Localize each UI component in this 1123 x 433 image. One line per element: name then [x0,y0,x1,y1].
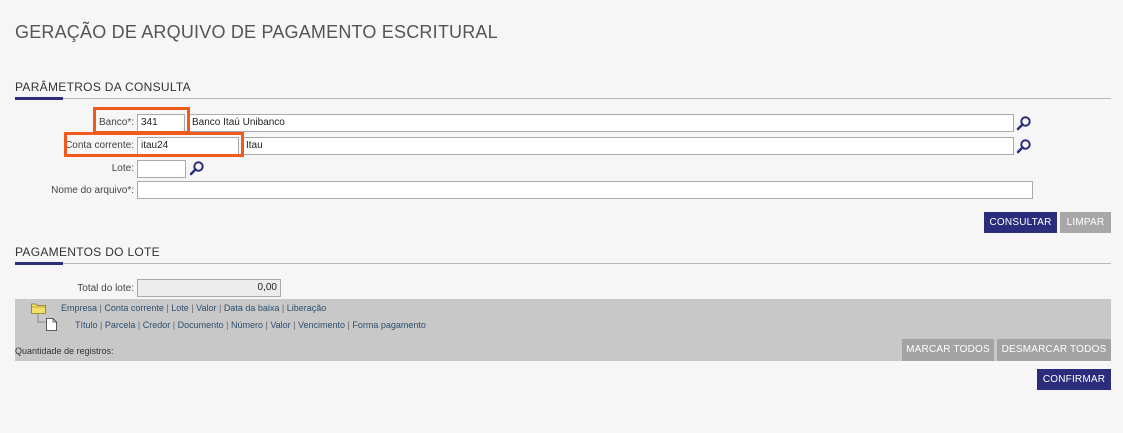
tree-child-header: Título | Parcela | Credor | Documento | … [75,320,426,330]
total-field: 0,00 [137,279,281,297]
banco-name-field[interactable]: Banco Itaú Unibanco [188,114,1014,132]
payments-section-title: PAGAMENTOS DO LOTE [15,245,160,259]
lote-label: Lote: [111,163,134,174]
limpar-button[interactable]: LIMPAR [1060,212,1111,233]
conta-name-field[interactable]: Itau [242,137,1014,155]
consultar-button[interactable]: CONSULTAR [984,212,1057,233]
tree-child-col[interactable]: Título [75,320,98,330]
folder-icon [31,303,46,314]
tree-child-col[interactable]: Vencimento [298,320,345,330]
search-icon[interactable] [1016,115,1032,131]
tree-parent-col[interactable]: Empresa [61,303,97,313]
record-count-label: Quantidade de registros: [15,346,114,356]
search-icon[interactable] [1016,138,1032,154]
tree-parent-header: Empresa | Conta corrente | Lote | Valor … [61,303,327,313]
conta-highlight-box [64,132,244,157]
payments-divider-accent [15,262,63,265]
confirmar-button[interactable]: CONFIRMAR [1037,369,1111,390]
tree-child-col[interactable]: Credor [143,320,171,330]
tree-child-col[interactable]: Número [231,320,263,330]
arquivo-label: Nome do arquivo*: [51,185,134,196]
payments-divider [15,263,1111,264]
tree-child-col[interactable]: Documento [178,320,224,330]
tree-child-col[interactable]: Forma pagamento [352,320,426,330]
marcar-todos-button[interactable]: MARCAR TODOS [902,339,994,361]
tree-parent-col[interactable]: Valor [196,303,216,313]
banco-highlight-box [93,107,190,134]
params-section-title: PARÂMETROS DA CONSULTA [15,80,191,94]
total-label: Total do lote: [77,283,134,294]
tree-child-col[interactable]: Valor [270,320,290,330]
lote-field[interactable] [137,160,186,178]
document-icon [46,318,57,331]
tree-child-col[interactable]: Parcela [105,320,136,330]
tree-parent-col[interactable]: Data da baixa [224,303,280,313]
params-divider-accent [15,97,63,100]
search-icon[interactable] [189,160,205,176]
tree-parent-col[interactable]: Lote [171,303,189,313]
page-title: GERAÇÃO DE ARQUIVO DE PAGAMENTO ESCRITUR… [15,22,498,42]
arquivo-field[interactable] [137,181,1033,199]
desmarcar-todos-button[interactable]: DESMARCAR TODOS [997,339,1111,361]
tree-parent-col[interactable]: Liberação [287,303,327,313]
params-divider [15,98,1111,99]
tree-parent-col[interactable]: Conta corrente [104,303,164,313]
